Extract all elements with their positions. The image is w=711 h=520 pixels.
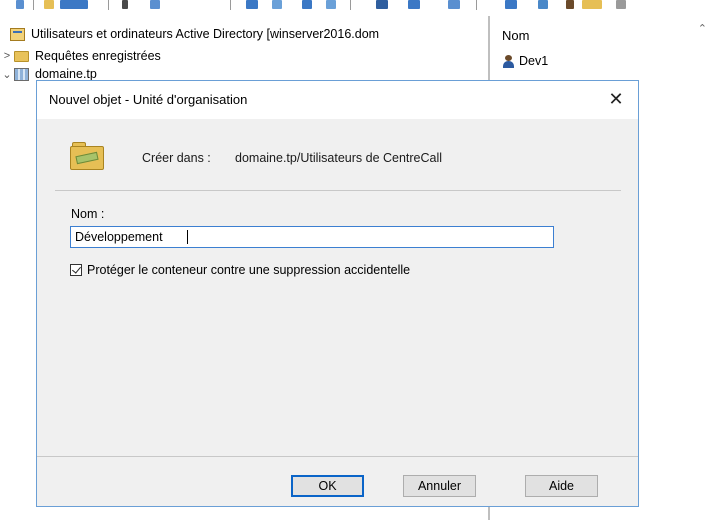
create-in-path: domaine.tp/Utilisateurs de CentreCall <box>235 151 443 165</box>
tree-root[interactable]: Utilisateurs et ordinateurs Active Direc… <box>10 25 379 43</box>
toolbar-icon[interactable] <box>16 0 24 9</box>
toolbar-icon[interactable] <box>122 0 128 9</box>
toolbar-icon[interactable] <box>408 0 420 9</box>
toolbar-icon[interactable] <box>505 0 517 9</box>
toolbar-icon[interactable] <box>616 0 626 9</box>
column-header-name[interactable]: Nom <box>502 28 529 43</box>
resize-grip-icon: ⌃ <box>697 23 707 35</box>
tree-item-saved-queries[interactable]: > Requêtes enregistrées <box>0 47 161 65</box>
toolbar-icon[interactable] <box>272 0 282 9</box>
toolbar-separator <box>108 0 109 10</box>
toolbar-icon[interactable] <box>566 0 574 9</box>
toolbar-icon[interactable] <box>326 0 336 9</box>
help-button[interactable]: Aide <box>525 475 598 497</box>
tree-root-label: Utilisateurs et ordinateurs Active Direc… <box>31 27 380 41</box>
name-label: Nom : <box>71 207 105 221</box>
divider <box>37 456 638 457</box>
toolbar-icon[interactable] <box>246 0 258 9</box>
domain-icon <box>14 67 29 81</box>
name-input[interactable] <box>70 226 554 248</box>
text-caret <box>187 230 188 244</box>
close-icon[interactable]: ✕ <box>604 87 628 111</box>
folder-icon <box>14 50 29 62</box>
tree-item-label: Requêtes enregistrées <box>35 49 161 63</box>
toolbar-icon[interactable] <box>582 0 602 9</box>
toolbar-icon[interactable] <box>44 0 54 9</box>
list-item-label: Dev1 <box>519 54 549 68</box>
ok-button[interactable]: OK <box>291 475 364 497</box>
toolbar-separator <box>33 0 34 10</box>
toolbar-icon[interactable] <box>60 0 88 9</box>
toolbar <box>0 0 711 14</box>
organizational-unit-icon <box>70 140 104 170</box>
dialog-title: Nouvel objet - Unité d'organisation <box>49 92 248 107</box>
toolbar-icon[interactable] <box>150 0 160 9</box>
dialog-titlebar[interactable]: Nouvel objet - Unité d'organisation ✕ <box>37 81 638 119</box>
user-icon <box>502 54 515 68</box>
cancel-button[interactable]: Annuler <box>403 475 476 497</box>
toolbar-separator <box>476 0 477 10</box>
chevron-down-icon[interactable]: ⌄ <box>0 68 14 81</box>
new-ou-dialog: Nouvel objet - Unité d'organisation ✕ Cr… <box>36 80 639 507</box>
tree-item-label: domaine.tp <box>35 67 97 81</box>
chevron-right-icon[interactable]: > <box>0 50 14 62</box>
protect-checkbox-label[interactable]: Protéger le conteneur contre une suppres… <box>87 263 410 277</box>
toolbar-separator <box>350 0 351 10</box>
create-in-label: Créer dans : <box>142 151 211 165</box>
toolbar-separator <box>230 0 231 10</box>
aduc-console-icon <box>10 27 25 41</box>
list-item[interactable]: Dev1 <box>502 54 548 68</box>
toolbar-icon[interactable] <box>302 0 312 9</box>
toolbar-icon[interactable] <box>376 0 388 9</box>
toolbar-icon[interactable] <box>538 0 548 9</box>
protect-checkbox[interactable] <box>70 264 82 276</box>
divider <box>55 190 621 191</box>
protect-checkbox-row[interactable]: Protéger le conteneur contre une suppres… <box>70 263 410 277</box>
toolbar-icon[interactable] <box>448 0 460 9</box>
